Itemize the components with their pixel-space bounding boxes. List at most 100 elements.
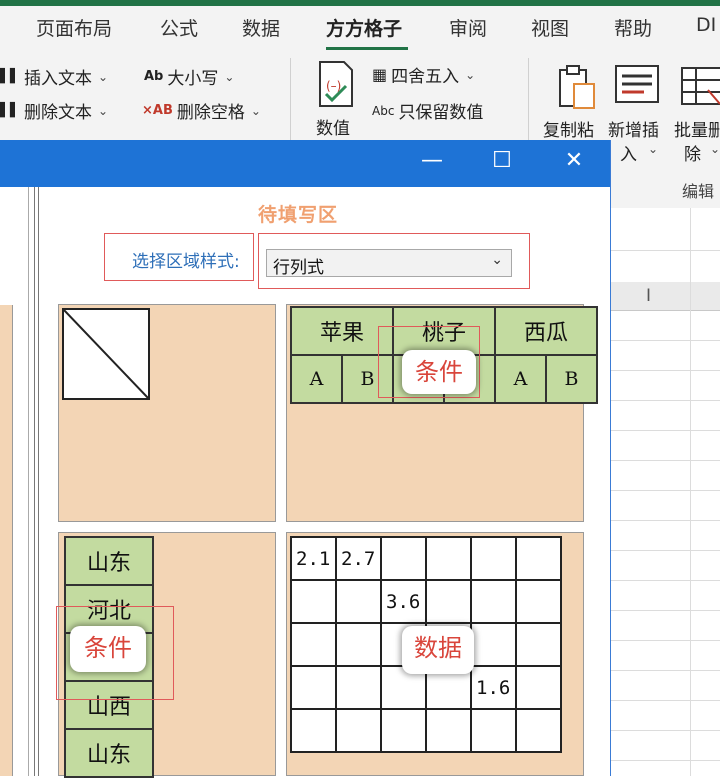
tab-fangfanggezi[interactable]: 方方格子	[326, 14, 402, 41]
data-cell[interactable]	[515, 536, 562, 581]
tab-di[interactable]: DI	[696, 14, 716, 36]
close-button[interactable]: ✕	[554, 148, 594, 173]
condition-top-tag: 条件	[402, 350, 476, 394]
round-button[interactable]: ▦ 四舍五入 ⌄	[372, 62, 475, 87]
data-cell[interactable]	[380, 708, 427, 753]
batch-delete-label-2[interactable]: 除	[684, 140, 701, 165]
row-label-cell: 山东	[64, 536, 154, 586]
delete-text-label: 删除文本	[24, 103, 92, 123]
data-cell[interactable]: 3.6	[380, 579, 427, 624]
row-label-cell: 山东	[64, 728, 154, 778]
left-pane-fill	[0, 305, 13, 776]
keep-value-label: 只保留数值	[398, 103, 484, 123]
data-cell[interactable]	[335, 708, 382, 753]
keep-value-button[interactable]: Abc 只保留数值	[372, 98, 483, 123]
data-cell[interactable]	[290, 665, 337, 710]
value-button[interactable]: 数值	[316, 114, 350, 139]
ribbon-separator	[290, 58, 291, 140]
chevron-down-icon: ⌄	[491, 252, 503, 268]
copy-paste-button[interactable]: 复制粘	[543, 116, 594, 141]
data-cell[interactable]	[515, 622, 562, 667]
data-cell[interactable]	[515, 708, 562, 753]
condition-left-tag: 条件	[70, 626, 146, 672]
data-cell[interactable]	[470, 622, 517, 667]
chevron-down-icon: ⌄	[710, 142, 720, 156]
corner-diagonal-cell	[62, 308, 150, 400]
delete-text-button[interactable]: ▌▌ 删除文本 ⌄	[0, 98, 108, 123]
data-cell[interactable]	[470, 708, 517, 753]
grid-line	[610, 610, 720, 611]
data-cell[interactable]	[470, 579, 517, 624]
area-style-select[interactable]: 行列式 ⌄	[266, 249, 512, 278]
ribbon-separator	[528, 58, 529, 140]
clipboard-icon	[559, 65, 595, 109]
data-cell[interactable]: 1.6	[470, 665, 517, 710]
pending-area-title: 待填写区	[258, 204, 339, 226]
data-cell[interactable]	[335, 579, 382, 624]
insert-text-button[interactable]: ▌▌ 插入文本 ⌄	[0, 64, 108, 89]
header-sub-cell: A	[494, 354, 547, 404]
data-cell[interactable]	[290, 622, 337, 667]
chevron-down-icon: ⌄	[648, 142, 659, 156]
data-cell[interactable]	[380, 536, 427, 581]
delete-spaces-button[interactable]: ×AB 删除空格 ⌄	[142, 98, 261, 123]
insert-text-label: 插入文本	[24, 69, 92, 89]
data-tag: 数据	[402, 626, 474, 674]
tab-formulas[interactable]: 公式	[160, 14, 198, 41]
chevron-down-icon: ⌄	[98, 103, 109, 118]
case-button[interactable]: Ab 大小写 ⌄	[144, 64, 234, 89]
grid-line	[610, 520, 720, 521]
grid-line	[610, 700, 720, 701]
chevron-down-icon: ⌄	[98, 69, 109, 84]
new-insert-label-1[interactable]: 新增插	[608, 116, 659, 141]
area-style-value: 行列式	[273, 258, 324, 278]
grid-line	[610, 730, 720, 731]
tab-data[interactable]: 数据	[242, 14, 280, 41]
grid-line	[610, 340, 720, 341]
insert-text-icon: ▌▌	[0, 69, 20, 84]
data-cell[interactable]: 2.7	[335, 536, 382, 581]
grid-line	[610, 550, 720, 551]
column-label: I	[646, 286, 652, 306]
data-cell[interactable]	[290, 579, 337, 624]
batch-delete-label-1[interactable]: 批量删	[674, 116, 720, 141]
select-style-label: 选择区域样式:	[132, 252, 240, 272]
pane-divider	[34, 187, 35, 776]
column-header[interactable]: I	[610, 282, 720, 311]
tab-review[interactable]: 审阅	[449, 14, 487, 41]
grid-line	[610, 760, 720, 761]
minimize-button[interactable]: —	[412, 148, 452, 173]
case-label: 大小写	[167, 69, 219, 89]
data-cell[interactable]	[425, 708, 472, 753]
data-cell[interactable]	[425, 536, 472, 581]
ribbon-tabs: 页面布局 公式 数据 方方格子 审阅 视图 帮助 DI	[0, 6, 720, 51]
round-label: 四舍五入	[391, 67, 460, 87]
grid-line	[610, 460, 720, 461]
pane-divider	[38, 187, 39, 776]
new-insert-icon	[615, 65, 659, 103]
keep-value-icon: Abc	[372, 103, 395, 118]
round-icon: ▦	[372, 65, 388, 84]
header-sub-cell: A	[290, 354, 343, 404]
data-cell[interactable]	[515, 579, 562, 624]
tab-view[interactable]: 视图	[531, 14, 569, 41]
chevron-down-icon: ⌄	[224, 69, 235, 84]
tab-help[interactable]: 帮助	[614, 14, 652, 41]
data-cell[interactable]: 2.1	[290, 536, 337, 581]
data-cell[interactable]	[290, 708, 337, 753]
header-group-cell: 西瓜	[494, 306, 598, 356]
grid-line	[610, 400, 720, 401]
data-cell[interactable]	[515, 665, 562, 710]
data-cell[interactable]	[335, 665, 382, 710]
maximize-button[interactable]: ☐	[482, 148, 522, 173]
grid-line	[610, 490, 720, 491]
new-insert-label-2[interactable]: 入	[620, 140, 637, 165]
tab-page-layout[interactable]: 页面布局	[36, 14, 112, 41]
data-cell[interactable]	[425, 579, 472, 624]
case-icon: Ab	[144, 69, 164, 84]
dialog-titlebar[interactable]: — ☐ ✕	[0, 140, 610, 187]
data-cell[interactable]	[335, 622, 382, 667]
header-sub-cell: B	[545, 354, 598, 404]
group-edit-label: 编辑	[682, 182, 715, 201]
data-cell[interactable]	[470, 536, 517, 581]
